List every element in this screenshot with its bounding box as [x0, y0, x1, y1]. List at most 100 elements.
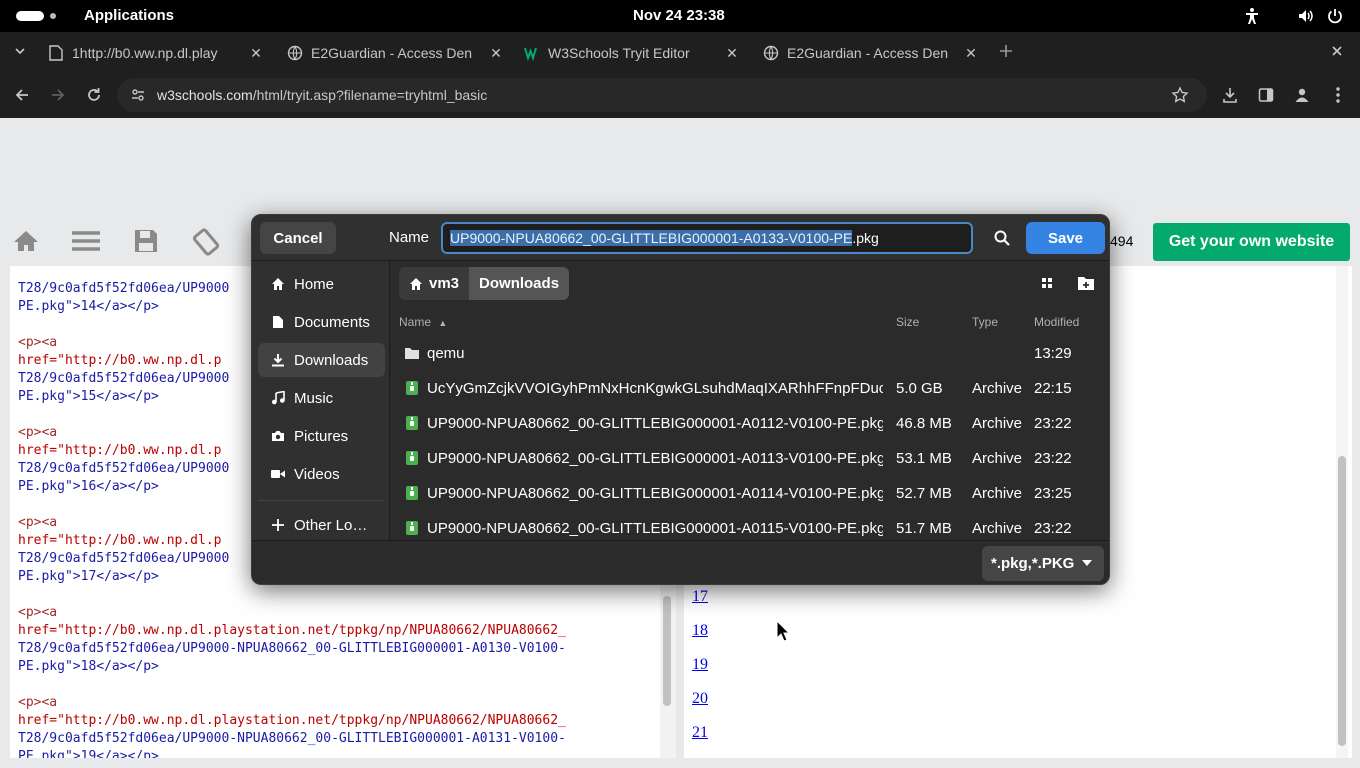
scrollbar-thumb[interactable]: [663, 596, 671, 706]
save-icon[interactable]: [133, 228, 161, 254]
archive-icon: [404, 520, 420, 536]
search-icon[interactable]: [990, 226, 1014, 250]
menu-icon[interactable]: [71, 228, 100, 254]
site-info-icon[interactable]: [127, 84, 149, 106]
result-scrollbar[interactable]: [1336, 266, 1348, 758]
dialog-footer: *.pkg,*.PKG: [252, 540, 1109, 584]
side-panel-icon[interactable]: [1255, 84, 1277, 106]
sidebar-item-music[interactable]: Music: [258, 381, 385, 415]
save-button[interactable]: Save: [1026, 222, 1105, 254]
result-link[interactable]: 21: [692, 724, 708, 742]
file-type-filter-dropdown[interactable]: *.pkg,*.PKG: [982, 546, 1104, 581]
rotate-orientation-icon[interactable]: [191, 228, 220, 256]
download-icon[interactable]: [1219, 84, 1241, 106]
filename-selected-text: UP9000-NPUA80662_00-GLITTLEBIG000001-A01…: [450, 230, 853, 246]
file-type: Archive: [972, 485, 1023, 502]
close-icon[interactable]: ✕: [248, 45, 264, 61]
sidebar-item-videos[interactable]: Videos: [258, 457, 385, 491]
power-icon[interactable]: [1326, 7, 1344, 25]
sidebar-item-label: Home: [294, 275, 335, 293]
file-size: 53.1 MB: [896, 450, 952, 467]
globe-icon: [763, 45, 779, 61]
column-header-size[interactable]: Size: [896, 315, 919, 329]
file-modified: 22:15: [1034, 380, 1072, 397]
result-link[interactable]: 19: [692, 656, 708, 674]
volume-icon[interactable]: [1297, 7, 1315, 25]
file-row[interactable]: qemu 13:29: [391, 336, 1109, 371]
profile-icon[interactable]: [1291, 84, 1313, 106]
close-icon[interactable]: ✕: [963, 45, 979, 61]
file-row[interactable]: UcYyGmZcjkVVOIGyhPmNxHcnKgwkGLsuhdMaqIXA…: [391, 371, 1109, 406]
save-file-dialog: Cancel Name UP9000-NPUA80662_00-GLITTLEB…: [251, 214, 1110, 585]
run-counter: 494: [1110, 233, 1134, 249]
url-host: w3schools.com: [157, 87, 253, 103]
file-row[interactable]: UP9000-NPUA80662_00-GLITTLEBIG000001-A01…: [391, 476, 1109, 511]
filename-input[interactable]: UP9000-NPUA80662_00-GLITTLEBIG000001-A01…: [441, 222, 973, 254]
activities-indicator[interactable]: [16, 11, 60, 21]
window-close-icon[interactable]: [1326, 40, 1348, 62]
path-crumb-label: Downloads: [479, 275, 560, 292]
file-type: Archive: [972, 520, 1023, 537]
result-link[interactable]: 17: [692, 588, 708, 606]
grid-view-icon[interactable]: [1039, 275, 1055, 291]
tab-4[interactable]: E2Guardian - Access Den ✕: [763, 36, 979, 70]
file-list-pane: vm3 Downloads Name ▲ Size Type Modified …: [391, 261, 1109, 540]
forward-arrow-icon[interactable]: [47, 84, 69, 106]
document-icon: [270, 314, 286, 330]
new-folder-icon[interactable]: [1077, 274, 1095, 292]
file-name: UcYyGmZcjkVVOIGyhPmNxHcnKgwkGLsuhdMaqIXA…: [427, 380, 883, 397]
sidebar-item-pictures[interactable]: Pictures: [258, 419, 385, 453]
scrollbar-thumb[interactable]: [1338, 456, 1346, 746]
code-line: PE.pkg">19</a></p>: [18, 749, 159, 758]
result-link[interactable]: 18: [692, 622, 708, 640]
sidebar-item-home[interactable]: Home: [258, 267, 385, 301]
reload-icon[interactable]: [83, 84, 105, 106]
workspace-pill: [16, 11, 44, 21]
sort-ascending-icon: ▲: [438, 318, 448, 328]
file-name: UP9000-NPUA80662_00-GLITTLEBIG000001-A01…: [427, 520, 883, 537]
back-arrow-icon[interactable]: [11, 84, 33, 106]
sidebar-item-documents[interactable]: Documents: [258, 305, 385, 339]
filename-extension: .pkg: [852, 230, 879, 246]
column-header-type[interactable]: Type: [972, 315, 998, 329]
cancel-button[interactable]: Cancel: [260, 222, 336, 254]
column-header-modified[interactable]: Modified: [1034, 315, 1079, 329]
code-line: T28/9c0afd5f52fd06ea/UP9000-NPUA80662_00…: [18, 641, 566, 656]
file-size: 51.7 MB: [896, 520, 952, 537]
file-row[interactable]: UP9000-NPUA80662_00-GLITTLEBIG000001-A01…: [391, 441, 1109, 476]
file-type: Archive: [972, 450, 1023, 467]
tab-1[interactable]: 1http://b0.ww.np.dl.play ✕: [48, 36, 264, 70]
url-text[interactable]: w3schools.com/html/tryit.asp?filename=tr…: [157, 87, 487, 103]
applications-menu[interactable]: Applications: [84, 7, 174, 24]
archive-icon: [404, 485, 420, 501]
tab-2[interactable]: E2Guardian - Access Den ✕: [287, 36, 504, 70]
menu-kebab-icon[interactable]: [1327, 84, 1349, 106]
gnome-top-bar: Applications Nov 24 23:38: [0, 0, 1360, 32]
path-crumb-label: vm3: [429, 275, 460, 292]
new-tab-plus-icon[interactable]: [995, 40, 1017, 62]
address-bar[interactable]: w3schools.com/html/tryit.asp?filename=tr…: [117, 78, 1207, 112]
clock[interactable]: Nov 24 23:38: [633, 7, 725, 24]
file-modified: 23:22: [1034, 415, 1072, 432]
bookmark-star-icon[interactable]: [1169, 84, 1191, 106]
home-icon[interactable]: [12, 228, 40, 254]
accessibility-icon[interactable]: [1243, 7, 1261, 25]
document-icon: [48, 45, 64, 61]
tab-3[interactable]: W3Schools Tryit Editor ✕: [524, 36, 740, 70]
sidebar-item-downloads[interactable]: Downloads: [258, 343, 385, 377]
code-line: href="http://b0.ww.np.dl.playstation.net…: [18, 713, 566, 728]
sidebar-item-other-locations[interactable]: Other Lo…: [258, 508, 385, 542]
path-crumb-downloads[interactable]: Downloads: [469, 267, 570, 300]
result-link[interactable]: 20: [692, 690, 708, 708]
path-crumb-home[interactable]: vm3: [399, 267, 470, 300]
sidebar-item-label: Other Lo…: [294, 516, 368, 534]
close-icon[interactable]: ✕: [488, 45, 504, 61]
column-header-name[interactable]: Name ▲: [399, 315, 447, 329]
close-icon[interactable]: ✕: [724, 45, 740, 61]
file-row[interactable]: UP9000-NPUA80662_00-GLITTLEBIG000001-A01…: [391, 511, 1109, 540]
file-row[interactable]: UP9000-NPUA80662_00-GLITTLEBIG000001-A01…: [391, 406, 1109, 441]
tab-search-chevron-icon[interactable]: [9, 40, 31, 62]
file-name: UP9000-NPUA80662_00-GLITTLEBIG000001-A01…: [427, 450, 883, 467]
get-your-own-website-button[interactable]: Get your own website: [1153, 223, 1350, 261]
